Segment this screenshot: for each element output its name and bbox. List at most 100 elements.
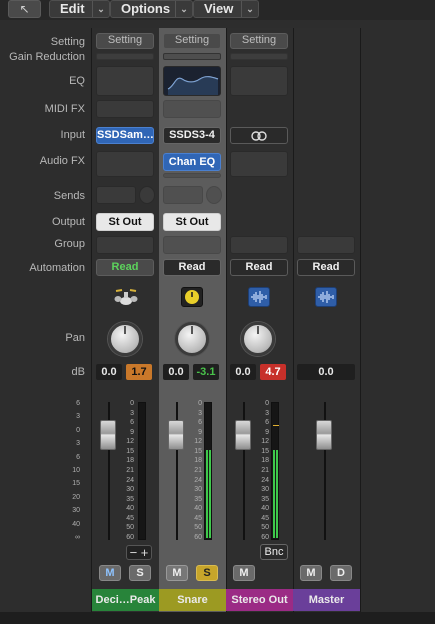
scale-tick-label: 18 bbox=[194, 457, 202, 465]
output-button[interactable]: St Out bbox=[163, 213, 221, 231]
scale-tick-label: 24 bbox=[261, 476, 269, 484]
tuner-icon[interactable] bbox=[181, 287, 203, 307]
solo-button[interactable]: S bbox=[129, 565, 151, 581]
channel-name[interactable]: Snare bbox=[159, 589, 226, 611]
eq-slot[interactable] bbox=[230, 66, 288, 96]
send-level-knob[interactable] bbox=[206, 186, 222, 204]
automation-button[interactable]: Read bbox=[96, 259, 154, 276]
solo-button[interactable]: S bbox=[196, 565, 218, 581]
scale-tick-label: 9 bbox=[265, 428, 269, 436]
setting-button[interactable]: Setting bbox=[96, 33, 154, 49]
channel-name[interactable]: Master bbox=[293, 589, 360, 611]
midi-fx-slot[interactable] bbox=[96, 100, 154, 118]
volume-readout[interactable]: 0.0 bbox=[297, 364, 355, 380]
scale-tick-label: 40 bbox=[126, 505, 134, 513]
label-midi-fx: MIDI FX bbox=[44, 103, 85, 115]
pan-knob[interactable] bbox=[175, 322, 209, 356]
midi-fx-slot[interactable] bbox=[163, 100, 221, 118]
drum-kit-icon[interactable] bbox=[113, 286, 138, 306]
automation-button[interactable]: Read bbox=[230, 259, 288, 276]
eq-thumbnail[interactable] bbox=[163, 66, 221, 96]
meter-scale: 0 3 6 9 12 15 18 21 24 30 35 40 45 50 60 bbox=[255, 400, 271, 541]
automation-button[interactable]: Read bbox=[297, 259, 355, 276]
eq-slot[interactable] bbox=[96, 66, 154, 96]
volume-fader[interactable] bbox=[316, 420, 332, 450]
bounce-button[interactable]: Bnc bbox=[260, 544, 288, 560]
channel-name[interactable]: Stereo Out bbox=[226, 589, 293, 611]
gain-reduction-meter bbox=[163, 53, 221, 60]
level-meter bbox=[138, 402, 146, 540]
dim-button[interactable]: D bbox=[330, 565, 352, 581]
audio-fx-slot[interactable] bbox=[96, 151, 154, 177]
send-slot[interactable] bbox=[96, 186, 136, 204]
scale-tick-label: 60 bbox=[261, 534, 269, 541]
gain-reduction-meter bbox=[230, 53, 288, 60]
scale-tick-label: 40 bbox=[194, 505, 202, 513]
automation-button[interactable]: Read bbox=[163, 259, 221, 276]
group-slot[interactable] bbox=[297, 236, 355, 254]
scale-tick-label: 6 bbox=[265, 419, 269, 427]
chevron-down-icon: ⌄ bbox=[92, 1, 109, 17]
volume-fader[interactable] bbox=[235, 420, 251, 450]
label-db: dB bbox=[71, 366, 85, 378]
scale-tick-label: 60 bbox=[194, 534, 202, 541]
peak-readout[interactable]: 1.7 bbox=[126, 364, 152, 380]
volume-fader[interactable] bbox=[168, 420, 184, 450]
mute-button[interactable]: M bbox=[233, 565, 255, 581]
fader-scale: 6 3 0 3 6 10 15 20 30 40 ∞ bbox=[66, 400, 82, 541]
peak-readout[interactable]: 4.7 bbox=[260, 364, 286, 380]
volume-readout[interactable]: 0.0 bbox=[230, 364, 256, 380]
waveform-icon[interactable] bbox=[315, 287, 337, 307]
setting-button[interactable]: Setting bbox=[163, 33, 221, 49]
strip-divider bbox=[91, 28, 92, 613]
setting-button[interactable]: Setting bbox=[230, 33, 288, 49]
output-button[interactable]: St Out bbox=[96, 213, 154, 231]
pan-knob[interactable] bbox=[241, 322, 275, 356]
scale-tick-label: 40 bbox=[72, 520, 80, 528]
input-format-button[interactable] bbox=[230, 127, 288, 144]
audio-fx-slot[interactable] bbox=[230, 151, 288, 177]
level-meter bbox=[271, 402, 279, 540]
send-slot[interactable] bbox=[163, 186, 203, 204]
waveform-icon[interactable] bbox=[248, 287, 270, 307]
input-slot[interactable]: SSDS3-4 bbox=[163, 127, 221, 144]
volume-fader[interactable] bbox=[100, 420, 116, 450]
input-slot[interactable]: SSDSam… bbox=[96, 127, 154, 144]
scale-tick-label: 15 bbox=[261, 447, 269, 455]
scale-tick-label: 3 bbox=[76, 413, 80, 421]
pan-knob[interactable] bbox=[108, 322, 142, 356]
group-slot[interactable] bbox=[96, 236, 154, 254]
mute-button[interactable]: M bbox=[166, 565, 188, 581]
label-group: Group bbox=[54, 238, 85, 250]
view-menu[interactable]: View ⌄ bbox=[193, 0, 259, 18]
scale-tick-label: 12 bbox=[194, 438, 202, 446]
send-level-knob[interactable] bbox=[139, 186, 155, 204]
audio-fx-empty-slot[interactable] bbox=[163, 173, 221, 178]
meter-fill-right bbox=[209, 450, 211, 538]
view-menu-label: View bbox=[204, 1, 234, 16]
volume-readout[interactable]: 0.0 bbox=[163, 364, 189, 380]
mute-button[interactable]: M bbox=[300, 565, 322, 581]
group-slot[interactable] bbox=[163, 236, 221, 254]
mute-button[interactable]: M bbox=[99, 565, 121, 581]
format-stepper[interactable]: − + bbox=[126, 545, 152, 560]
label-sends: Sends bbox=[53, 190, 85, 202]
channel-name[interactable]: Deci…Peak bbox=[92, 589, 159, 611]
group-slot[interactable] bbox=[230, 236, 288, 254]
scale-tick-label: 18 bbox=[126, 457, 134, 465]
meter-fill-left bbox=[273, 450, 275, 538]
scale-tick-label: 9 bbox=[130, 428, 134, 436]
scale-tick-label: 12 bbox=[261, 438, 269, 446]
volume-readout[interactable]: 0.0 bbox=[96, 364, 122, 380]
meter-fill-right bbox=[276, 450, 278, 538]
back-button[interactable]: ↖ bbox=[8, 0, 41, 18]
options-menu[interactable]: Options ⌄ bbox=[110, 0, 193, 18]
label-pan: Pan bbox=[65, 332, 85, 344]
peak-readout[interactable]: -3.1 bbox=[193, 364, 219, 380]
pan-indicator bbox=[257, 326, 259, 334]
label-audio-fx: Audio FX bbox=[39, 155, 85, 167]
edit-menu[interactable]: Edit ⌄ bbox=[49, 0, 110, 18]
label-gain-reduction: Gain Reduction bbox=[9, 51, 85, 63]
scale-tick-label: 12 bbox=[126, 438, 134, 446]
audio-fx-slot[interactable]: Chan EQ bbox=[163, 153, 221, 171]
